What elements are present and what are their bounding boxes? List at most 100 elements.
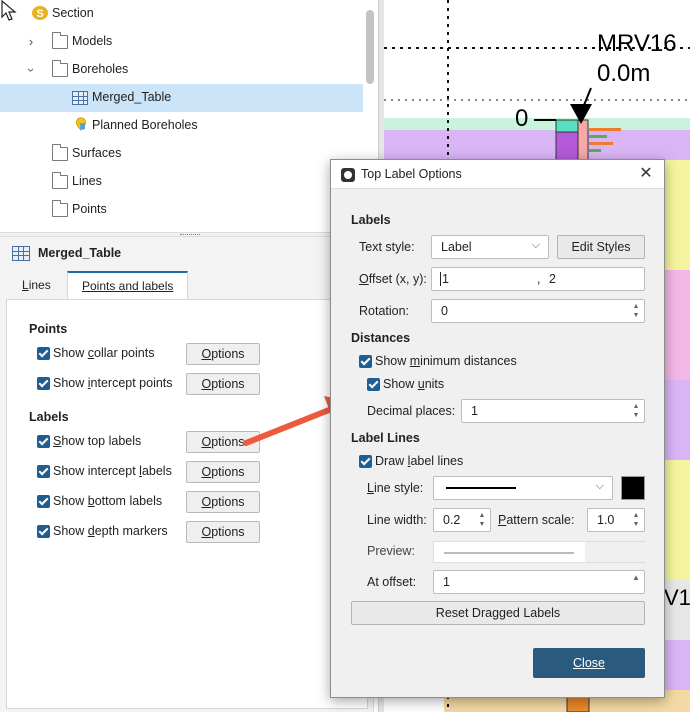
tree-item-label: Planned Boreholes — [92, 118, 198, 132]
bottom-labels-options-button[interactable]: Options — [186, 491, 260, 513]
tree-item-boreholes[interactable]: › Boreholes — [0, 56, 363, 84]
checkbox-checked[interactable] — [37, 346, 50, 360]
rotation-field[interactable]: 0 ▲ ▼ — [431, 299, 645, 323]
at-offset-label: At offset: — [367, 575, 417, 589]
show-collar-points-checkbox[interactable]: Show collar points — [37, 342, 154, 364]
line-style-select[interactable]: ⌵ — [433, 476, 613, 500]
dialog-titlebar[interactable]: Top Label Options ✕ — [331, 160, 664, 189]
tree-item-lines[interactable]: Lines — [0, 168, 363, 196]
spin-arrows-icon[interactable]: ▲ ▼ — [631, 511, 641, 529]
chevron-right-icon[interactable]: › — [24, 35, 38, 49]
spin-arrows-icon[interactable]: ▲ ▼ — [477, 511, 487, 529]
checkbox-checked[interactable] — [367, 377, 380, 391]
show-bottom-labels-checkbox[interactable]: Show bottom labels — [37, 490, 162, 512]
offset-separator: , — [537, 272, 541, 286]
label-lines-heading: Label Lines — [351, 431, 420, 445]
tab-label: Points and labels — [82, 279, 174, 293]
tree-item-label: Section — [52, 6, 94, 20]
checkbox-label: Show depth markers — [53, 524, 168, 538]
spin-up-icon[interactable]: ▲ — [631, 573, 641, 591]
depth-markers-options-button[interactable]: Options — [186, 521, 260, 543]
tree-item-models[interactable]: › Models — [0, 28, 363, 56]
properties-panel: Merged_Table Lines Points and labels Poi… — [0, 237, 374, 712]
line-width-field[interactable]: 0.2 ▲ ▼ — [433, 508, 491, 532]
chevron-down-icon: ⌵ — [531, 239, 540, 251]
tab-points-and-labels[interactable]: Points and labels — [67, 271, 189, 299]
edit-styles-button[interactable]: Edit Styles — [557, 235, 645, 259]
checkbox-checked[interactable] — [37, 494, 50, 508]
planned-borehole-icon — [76, 117, 86, 131]
rotation-label: Rotation: — [359, 304, 410, 318]
show-minimum-distances-checkbox[interactable]: Show minimum distances — [359, 352, 517, 370]
draw-label-lines-checkbox[interactable]: Draw label lines — [359, 452, 463, 470]
tab-lines[interactable]: Lines — [8, 271, 65, 299]
folder-icon — [52, 200, 68, 217]
text-style-select[interactable]: Label ⌵ — [431, 235, 549, 259]
decimal-places-field[interactable]: 1 ▲ ▼ — [461, 399, 645, 423]
text-style-label: Text style: — [359, 240, 415, 254]
hole-name-label[interactable]: MRV16 — [597, 30, 677, 58]
tree-item-label: Lines — [72, 174, 102, 188]
checkbox-label: Show intercept points — [53, 376, 173, 390]
show-intercept-labels-checkbox[interactable]: Show intercept labels — [37, 460, 172, 482]
hole-depth-label[interactable]: 0.0m — [597, 60, 650, 88]
distances-heading: Distances — [351, 331, 411, 345]
checkbox-checked[interactable] — [37, 434, 50, 448]
borehole-interval — [577, 119, 589, 161]
assay-bar — [589, 135, 607, 138]
show-top-labels-checkbox[interactable]: Show top labels — [37, 430, 141, 452]
tree-item-label: Boreholes — [72, 62, 129, 76]
pattern-scale-label: Pattern scale: — [498, 513, 575, 527]
show-depth-markers-checkbox[interactable]: Show depth markers — [37, 520, 168, 542]
offset-y-value[interactable]: 2 — [549, 272, 556, 286]
labels-heading: Labels — [351, 213, 391, 227]
collar-points-options-button[interactable]: Options — [186, 343, 260, 365]
line-color-swatch[interactable] — [621, 476, 645, 500]
partial-hole-label: V1 — [664, 585, 690, 610]
tab-hotkey: L — [22, 278, 29, 292]
tree-scrollbar[interactable] — [366, 10, 374, 84]
checkbox-label: Show units — [383, 377, 445, 391]
tree-item-label: Points — [72, 202, 107, 216]
close-button[interactable]: Close — [533, 648, 645, 678]
checkbox-label: Show collar points — [53, 346, 155, 360]
folder-icon — [52, 32, 68, 49]
intercept-labels-options-button[interactable]: Options — [186, 461, 260, 483]
tree-item-section[interactable]: S Section — [0, 0, 363, 28]
tree-item-planned-boreholes[interactable]: Planned Boreholes — [0, 112, 363, 140]
checkbox-checked[interactable] — [37, 464, 50, 478]
tree-item-merged-table[interactable]: Merged_Table — [0, 84, 363, 112]
properties-title: Merged_Table — [38, 246, 122, 260]
table-icon — [72, 91, 88, 105]
assay-bar — [589, 149, 601, 152]
layer-band — [384, 130, 690, 160]
checkbox-label: Draw label lines — [375, 454, 464, 468]
chevron-down-icon[interactable]: › — [24, 63, 39, 77]
tree-item-label: Surfaces — [72, 146, 122, 160]
properties-header: Merged_Table — [0, 237, 374, 269]
line-style-sample — [446, 487, 516, 489]
checkbox-checked[interactable] — [37, 376, 50, 390]
pattern-scale-field[interactable]: 1.0 ▲ ▼ — [587, 508, 645, 532]
checkbox-label: Show top labels — [53, 434, 142, 448]
assay-bar — [589, 128, 621, 131]
spin-arrows-icon[interactable]: ▲ ▼ — [631, 402, 641, 420]
tree-item-points[interactable]: Points — [0, 196, 363, 224]
at-offset-field[interactable]: 1 ▲ — [433, 570, 645, 594]
splitter-grip[interactable] — [180, 234, 200, 236]
spin-arrows-icon[interactable]: ▲ ▼ — [631, 302, 641, 320]
borehole-interval — [555, 119, 579, 133]
show-intercept-points-checkbox[interactable]: Show intercept points — [37, 372, 173, 394]
reset-dragged-labels-button[interactable]: Reset Dragged Labels — [351, 601, 645, 625]
offset-field[interactable]: 1 , 2 — [431, 267, 645, 291]
checkbox-checked[interactable] — [359, 454, 372, 468]
checkbox-checked[interactable] — [359, 354, 372, 368]
offset-x-value[interactable]: 1 — [440, 272, 449, 286]
tree-item-surfaces[interactable]: Surfaces — [0, 140, 363, 168]
table-icon — [12, 246, 30, 261]
show-units-checkbox[interactable]: Show units — [367, 375, 444, 393]
close-icon[interactable]: ✕ — [636, 164, 656, 184]
line-style-label: Line style: — [367, 481, 424, 495]
tree-item-label: Merged_Table — [92, 90, 172, 104]
checkbox-checked[interactable] — [37, 524, 50, 538]
